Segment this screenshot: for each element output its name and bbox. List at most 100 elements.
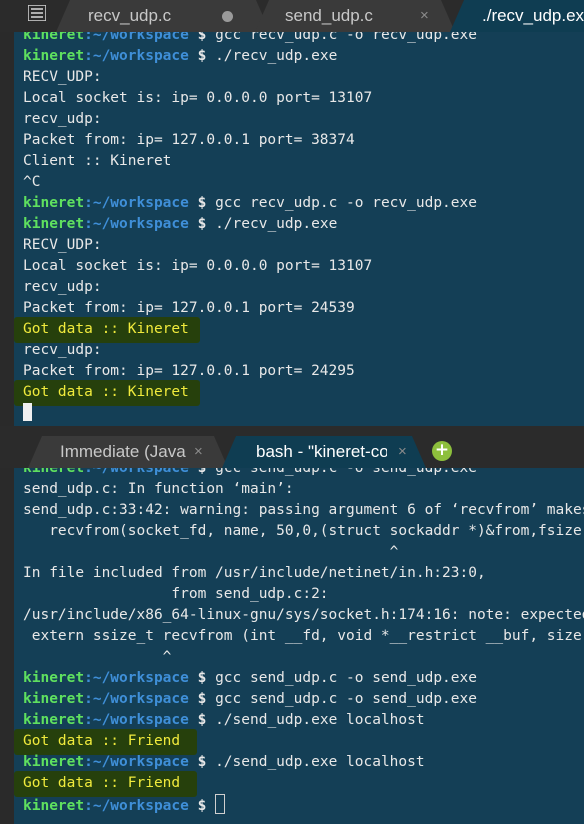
prompt-sign: $	[188, 195, 216, 211]
output-text: RECV_UDP:	[23, 237, 102, 253]
close-icon[interactable]: ×	[398, 436, 407, 468]
output-text: Packet from: ip= 127.0.0.1 port= 24295	[23, 363, 355, 379]
command-text: ./send_udp.exe localhost	[215, 754, 425, 770]
output-text: ^	[23, 649, 172, 665]
modified-dot-icon[interactable]	[222, 11, 233, 22]
output-text: Packet from: ip= 127.0.0.1 port= 38374	[23, 132, 355, 148]
prompt-user: kineret	[23, 691, 85, 707]
output-text: recv_udp:	[23, 279, 102, 295]
prompt-sign: $	[188, 32, 216, 43]
left-gutter	[0, 32, 14, 426]
prompt-line: kineret:~/workspace $ gcc send_udp.c -o …	[23, 668, 584, 689]
output-text: Got data :: Kineret	[23, 384, 189, 400]
output-text: ^C	[23, 174, 41, 190]
command-text: ./recv_udp.exe	[215, 216, 338, 232]
output-line: Packet from: ip= 127.0.0.1 port= 24539	[23, 298, 477, 319]
close-icon[interactable]: ×	[194, 436, 203, 468]
prompt-line: kineret:~/workspace $ ./send_udp.exe loc…	[23, 752, 584, 773]
output-text: /usr/include/x86_64-linux-gnu/sys/socket…	[23, 607, 584, 623]
output-text: Local socket is: ip= 0.0.0.0 port= 13107	[23, 258, 373, 274]
prompt-line: kineret:~/workspace $ gcc recv_udp.c -o …	[23, 32, 477, 46]
prompt-path: :~/workspace	[84, 670, 189, 686]
output-text: Got data :: Kineret	[23, 321, 189, 337]
output-text: recv_udp:	[23, 342, 102, 358]
prompt-line: kineret:~/workspace $ ./recv_udp.exe	[23, 46, 477, 67]
output-line: Local socket is: ip= 0.0.0.0 port= 13107	[23, 88, 477, 109]
output-line: In file included from /usr/include/netin…	[23, 563, 584, 584]
prompt-path: :~/workspace	[84, 798, 189, 814]
output-text: Got data :: Friend	[23, 733, 181, 749]
prompt-user: kineret	[23, 195, 85, 211]
prompt-user: kineret	[23, 754, 85, 770]
prompt-sign: $	[188, 754, 216, 770]
prompt-user: kineret	[23, 468, 85, 476]
command-text: gcc send_udp.c -o send_udp.exe	[215, 468, 477, 476]
prompt-line: kineret:~/workspace $ ./send_udp.exe loc…	[23, 710, 584, 731]
tab-recv-udp-exe-label: ./recv_udp.exe	[482, 6, 584, 25]
output-text: In file included from /usr/include/netin…	[23, 565, 486, 581]
command-text: gcc send_udp.c -o send_udp.exe	[215, 691, 477, 707]
prompt-user: kineret	[23, 216, 85, 232]
tab-send-udp-c-label: send_udp.c	[285, 6, 373, 25]
prompt-line: kineret:~/workspace $ ./recv_udp.exe	[23, 214, 477, 235]
command-text: gcc recv_udp.c -o recv_udp.exe	[215, 195, 477, 211]
terminal-cursor	[215, 794, 226, 814]
output-line: from send_udp.c:2:	[23, 584, 584, 605]
output-line: RECV_UDP:	[23, 235, 477, 256]
add-tab-icon[interactable]: +	[432, 441, 452, 461]
prompt-user: kineret	[23, 712, 85, 728]
terminal-recv-udp[interactable]: kineret:~/workspace $ gcc recv_udp.c -o …	[14, 32, 584, 426]
menu-icon[interactable]	[28, 5, 46, 21]
tab-bash-label: bash - "kineret-co	[256, 442, 387, 461]
prompt-path: :~/workspace	[84, 691, 189, 707]
prompt-path: :~/workspace	[84, 712, 189, 728]
output-text: send_udp.c:33:42: warning: passing argum…	[23, 502, 584, 518]
output-line: Packet from: ip= 127.0.0.1 port= 38374	[23, 130, 477, 151]
prompt-path: :~/workspace	[84, 195, 189, 211]
terminal-line	[23, 403, 477, 424]
close-icon[interactable]: ×	[420, 0, 429, 32]
output-line: recvfrom(socket_fd, name, 50,0,(struct s…	[23, 521, 584, 542]
highlighted-output-line: Got data :: Friend	[14, 771, 584, 797]
output-line: send_udp.c: In function ‘main’:	[23, 479, 584, 500]
tab-recv-udp-c-label: recv_udp.c	[88, 6, 172, 25]
prompt-user: kineret	[23, 32, 85, 43]
prompt-line: kineret:~/workspace $ gcc recv_udp.c -o …	[23, 193, 477, 214]
prompt-path: :~/workspace	[84, 48, 189, 64]
prompt-sign: $	[188, 216, 216, 232]
output-line: ^	[23, 542, 584, 563]
prompt-sign: $	[188, 468, 216, 476]
output-line: send_udp.c:33:42: warning: passing argum…	[23, 500, 584, 521]
terminal-cursor	[23, 403, 32, 421]
output-text: recvfrom(socket_fd, name, 50,0,(struct s…	[23, 523, 582, 539]
output-text: Local socket is: ip= 0.0.0.0 port= 13107	[23, 90, 373, 106]
output-text: Client :: Kineret	[23, 153, 172, 169]
output-line: recv_udp:	[23, 340, 477, 361]
terminal-bash[interactable]: kineret:~/workspace $ gcc send_udp.c -o …	[14, 468, 584, 824]
command-text: gcc recv_udp.c -o recv_udp.exe	[215, 32, 477, 43]
output-line: RECV_UDP:	[23, 67, 477, 88]
prompt-path: :~/workspace	[84, 754, 189, 770]
prompt-user: kineret	[23, 670, 85, 686]
prompt-line: kineret:~/workspace $	[23, 794, 584, 815]
output-text: recv_udp:	[23, 111, 102, 127]
output-line: extern ssize_t recvfrom (int __fd, void …	[23, 626, 584, 647]
output-line: Client :: Kineret	[23, 151, 477, 172]
command-text: gcc send_udp.c -o send_udp.exe	[215, 670, 477, 686]
bottom-tab-bar: Immediate (Java × bash - "kineret-co × +	[0, 436, 584, 468]
output-line: ^	[23, 647, 584, 668]
prompt-sign: $	[188, 691, 216, 707]
output-text: send_udp.c: In function ‘main’:	[23, 481, 294, 497]
pane-divider[interactable]	[0, 426, 584, 436]
command-text: ./send_udp.exe localhost	[215, 712, 425, 728]
top-tab-bar: recv_udp.c send_udp.c × ./recv_udp.exe	[0, 0, 584, 32]
prompt-sign: $	[188, 798, 216, 814]
highlighted-output-line: Got data :: Kineret	[14, 380, 477, 406]
output-text: from send_udp.c:2:	[23, 586, 329, 602]
output-line: Local socket is: ip= 0.0.0.0 port= 13107	[23, 256, 477, 277]
output-text: ^	[23, 544, 399, 560]
highlighted-output-line: Got data :: Friend	[14, 729, 584, 755]
highlighted-output-line: Got data :: Kineret	[14, 317, 477, 343]
prompt-sign: $	[188, 670, 216, 686]
output-line: recv_udp:	[23, 109, 477, 130]
